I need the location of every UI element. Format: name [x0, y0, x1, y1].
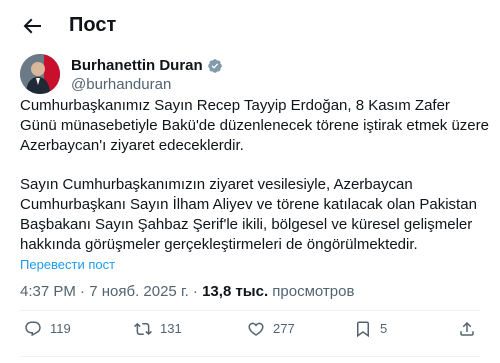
heart-icon [248, 322, 264, 336]
meta-separator: · [192, 283, 203, 300]
translate-post-link[interactable]: Перевести пост [20, 257, 115, 273]
arrow-left-icon [23, 18, 41, 34]
divider [20, 310, 480, 311]
verified-badge-icon [207, 59, 222, 73]
post-paragraph: Cumhurbaşkanımız Sayın Recep Tayyip Erdo… [20, 97, 489, 154]
avatar-image [20, 54, 60, 94]
meta-separator: · [80, 283, 90, 300]
author-handle[interactable]: @burhanduran [71, 75, 171, 94]
post-date[interactable]: 7 нояб. 2025 г. [89, 283, 189, 300]
top-bar: Пост [0, 0, 500, 50]
reply-button[interactable]: 119 [24, 320, 71, 338]
reply-icon [25, 321, 41, 337]
share-icon [460, 321, 474, 336]
views-count: 13,8 тыс. [202, 283, 269, 300]
bookmark-icon [357, 321, 369, 338]
views-label: просмотров [272, 283, 355, 300]
post-meta: 4:37 PM · 7 нояб. 2025 г. · 13,8 тыс. пр… [20, 282, 354, 302]
divider [20, 356, 480, 357]
like-count: 277 [273, 321, 295, 336]
author-name-row[interactable]: Burhanettin Duran [71, 57, 223, 75]
post-time[interactable]: 4:37 PM [20, 283, 76, 300]
post-text: Cumhurbaşkanımız Sayın Recep Tayyip Erdo… [20, 96, 490, 255]
like-button[interactable]: 277 [247, 320, 295, 338]
repost-button[interactable]: 131 [134, 320, 182, 338]
action-bar: 119 131 277 5 [20, 316, 480, 344]
page-title: Пост [69, 14, 117, 36]
bookmark-count: 5 [380, 321, 388, 336]
post-paragraph: Sayın Cumhurbaşkanımızın ziyaret vesiles… [20, 176, 477, 253]
back-button[interactable] [20, 14, 44, 38]
share-button[interactable] [458, 320, 476, 338]
bookmark-button[interactable]: 5 [354, 320, 387, 338]
repost-count: 131 [160, 321, 182, 336]
repost-icon [134, 322, 152, 336]
avatar[interactable] [20, 54, 60, 94]
author-name: Burhanettin Duran [71, 57, 203, 74]
post-author: Burhanettin Duran @burhanduran [20, 54, 480, 98]
reply-count: 119 [50, 321, 71, 336]
